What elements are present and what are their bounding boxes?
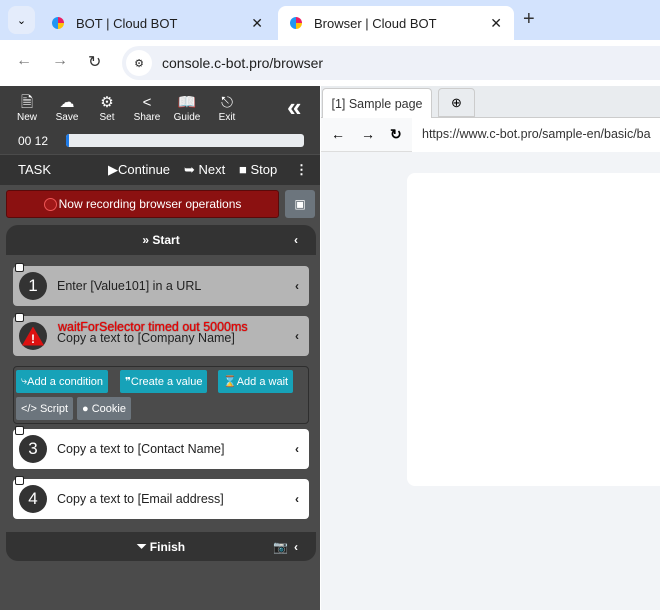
cloud-upload-icon: ☁: [49, 94, 85, 112]
more-menu-icon[interactable]: ⋮: [295, 162, 308, 178]
inner-url-input[interactable]: https://www.c-bot.pro/sample-en/basic/ba: [412, 118, 660, 152]
cookie-button[interactable]: ● Cookie: [77, 397, 131, 420]
favicon-icon: [52, 17, 64, 29]
gear-icon: ⚙: [89, 94, 125, 112]
step-text: Copy a text to [Contact Name]: [57, 442, 224, 456]
guide-button[interactable]: 📖Guide: [169, 94, 205, 123]
step-1[interactable]: 1Enter [Value101] in a URL‹: [13, 266, 309, 306]
file-icon: 🗎: [9, 94, 45, 112]
script-button[interactable]: </> Script: [16, 397, 73, 420]
timer: 00 12: [18, 134, 48, 148]
stop-button[interactable]: ■ Stop: [239, 162, 277, 177]
step-text: Enter [Value101] in a URL: [57, 279, 201, 293]
camera-icon[interactable]: 📷: [273, 540, 288, 554]
collapse-panel-icon[interactable]: «: [287, 92, 301, 123]
tab-list-button[interactable]: ⌄: [8, 6, 35, 34]
image-icon: ▣: [294, 197, 305, 211]
add-condition-button[interactable]: ⤷Add a condition: [16, 370, 108, 393]
tab-title: BOT | Cloud BOT: [76, 16, 177, 31]
continue-button[interactable]: ▶Continue: [108, 162, 170, 178]
browser-tab-bot[interactable]: BOT | Cloud BOT ✕: [40, 6, 275, 40]
page-content-card: [407, 173, 660, 486]
tab-title: Browser | Cloud BOT: [314, 16, 437, 31]
back-icon[interactable]: ←: [16, 52, 32, 70]
site-settings-icon[interactable]: ⚙: [126, 50, 152, 76]
error-message: waitForSelector timed out 5000ms: [58, 320, 248, 334]
add-wait-button[interactable]: ⌛Add a wait: [218, 370, 293, 393]
inner-url-bar: ← → ↻ https://www.c-bot.pro/sample-en/ba…: [321, 118, 660, 152]
copy-icon: [15, 313, 24, 322]
copy-icon: [15, 476, 24, 485]
share-icon: <: [129, 94, 165, 112]
url-input[interactable]: ⚙ console.c-bot.pro/browser: [122, 46, 660, 80]
chevron-left-icon: ‹: [295, 442, 299, 456]
share-button[interactable]: <Share: [129, 94, 165, 123]
book-icon: 📖: [169, 94, 205, 112]
url-text: console.c-bot.pro/browser: [162, 55, 323, 71]
inner-tab-sample-page[interactable]: [1] Sample page: [322, 88, 432, 119]
step-text: Copy a text to [Email address]: [57, 492, 224, 506]
favicon-icon: [290, 17, 302, 29]
close-tab-icon[interactable]: ✕: [251, 15, 263, 32]
copy-icon: [15, 426, 24, 435]
stop-icon: ■: [239, 162, 247, 177]
bot-toolbar: 🗎New ☁Save ⚙Set <Share 📖Guide ⎋Exit « 00…: [0, 86, 320, 154]
browser-tab-bar: ⌄ BOT | Cloud BOT✕ Browser | Cloud BOT✕ …: [0, 0, 660, 40]
next-button[interactable]: ➥ Next: [184, 162, 225, 178]
keyboard-icon: [15, 263, 24, 272]
step-2[interactable]: !Copy a text to [Company Name]waitForSel…: [13, 316, 309, 356]
step-3[interactable]: 3Copy a text to [Contact Name]‹: [13, 429, 309, 469]
record-icon: [44, 198, 57, 211]
forward-icon[interactable]: →: [361, 126, 375, 142]
chevron-left-icon: ‹: [294, 233, 298, 247]
screenshot-button[interactable]: ▣: [285, 190, 315, 218]
create-value-button[interactable]: ❞Create a value: [120, 370, 207, 393]
warning-icon: !: [19, 322, 47, 350]
forward-icon[interactable]: →: [52, 52, 68, 70]
chevron-left-icon: ‹: [295, 329, 299, 343]
chevron-left-icon: ‹: [294, 540, 298, 554]
chevron-left-icon: ‹: [295, 492, 299, 506]
start-bar[interactable]: » Start‹: [6, 225, 316, 255]
step-4[interactable]: 4Copy a text to [Email address]‹: [13, 479, 309, 519]
recording-button[interactable]: Now recording browser operations: [6, 190, 279, 218]
reload-icon[interactable]: ↻: [88, 52, 101, 72]
back-icon[interactable]: ←: [331, 126, 345, 142]
inner-tab-bar: [1] Sample page ⊕: [321, 86, 660, 118]
close-tab-icon[interactable]: ✕: [490, 15, 502, 32]
chevron-left-icon: ‹: [295, 279, 299, 293]
add-action-panel: ⤷Add a condition ❞Create a value ⌛Add a …: [13, 366, 309, 424]
double-chevron-down-icon: »: [142, 233, 149, 247]
save-button[interactable]: ☁Save: [49, 94, 85, 123]
task-label: TASK: [18, 162, 51, 177]
next-icon: ➥: [184, 162, 195, 177]
browser-tab-browser[interactable]: Browser | Cloud BOT ✕: [278, 6, 514, 40]
finish-icon: ⏷: [137, 539, 147, 554]
set-button[interactable]: ⚙Set: [89, 94, 125, 123]
progress-bar: [66, 134, 304, 147]
door-exit-icon: ⎋: [209, 94, 245, 112]
exit-button[interactable]: ⎋Exit: [209, 94, 245, 123]
new-tab-button[interactable]: +: [523, 8, 535, 31]
add-inner-tab-button[interactable]: ⊕: [438, 88, 475, 117]
new-button[interactable]: 🗎New: [9, 94, 45, 123]
reload-icon[interactable]: ↻: [390, 126, 402, 143]
finish-bar[interactable]: ⏷ Finish📷‹: [6, 532, 316, 561]
play-icon: ▶: [108, 162, 118, 177]
address-bar-row: ← → ↻ ⚙ console.c-bot.pro/browser: [0, 40, 660, 86]
task-bar: TASK ▶Continue ➥ Next ■ Stop ⋮: [0, 155, 320, 185]
